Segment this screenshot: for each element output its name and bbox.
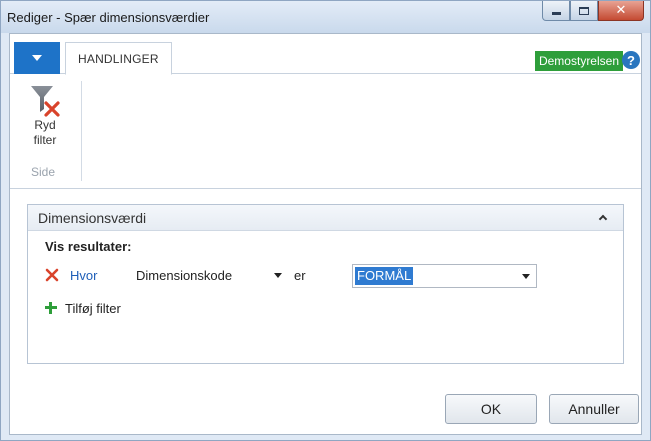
panel-header[interactable]: Dimensionsværdi (28, 205, 623, 231)
clear-filter-label-line1: Ryd (34, 118, 56, 132)
chevron-up-icon[interactable] (597, 211, 609, 224)
filter-panel: Dimensionsværdi Vis resultater: Hvor Dim… (27, 204, 624, 364)
filter-value-input[interactable]: FORMÅL (352, 264, 537, 288)
close-icon: ✕ (615, 3, 627, 18)
clear-filter-label-line2: filter (33, 133, 57, 147)
minimize-icon (551, 12, 561, 15)
add-filter-label: Tilføj filter (65, 300, 121, 316)
maximize-button[interactable] (570, 1, 598, 21)
close-button[interactable]: ✕ (598, 1, 644, 21)
panel-title: Dimensionsværdi (38, 209, 147, 226)
company-badge: Demostyrelsen (534, 51, 623, 71)
chevron-down-icon (32, 55, 42, 61)
minimize-button[interactable] (542, 1, 570, 21)
cancel-button[interactable]: Annuller (549, 394, 639, 424)
clear-filter-icon (31, 86, 60, 117)
ribbon-group-side: Ryd filter Side (16, 81, 82, 181)
filter-row: Hvor Dimensionskode er FORMÅL (28, 263, 623, 289)
clear-filter-button[interactable]: Ryd filter (16, 81, 74, 161)
filter-field-value: Dimensionskode (136, 268, 233, 283)
tab-handlinger[interactable]: HANDLINGER (65, 42, 172, 75)
filter-value-text: FORMÅL (355, 267, 414, 285)
dialog-window: Rediger - Spær dimensionsværdier ✕ HANDL… (0, 0, 651, 441)
show-results-label: Vis resultater: (45, 239, 132, 254)
app-menu-button[interactable] (14, 42, 60, 74)
window-title: Rediger - Spær dimensionsværdier (7, 10, 210, 25)
filter-field-select[interactable]: Dimensionskode (136, 268, 282, 286)
maximize-icon (579, 6, 589, 15)
title-bar[interactable]: Rediger - Spær dimensionsværdier ✕ (1, 1, 650, 33)
ribbon-body: Ryd filter Side (10, 75, 641, 189)
add-filter-button[interactable]: Tilføj filter (45, 299, 121, 317)
help-icon[interactable]: ? (622, 51, 640, 69)
remove-filter-icon[interactable] (45, 268, 59, 282)
ribbon-group-label: Side (30, 165, 56, 179)
dropdown-arrow-icon[interactable] (522, 274, 530, 279)
plus-icon (45, 302, 57, 314)
dialog-content: HANDLINGER Demostyrelsen ? Ryd filter Si… (9, 33, 642, 435)
window-controls: ✕ (542, 1, 644, 23)
dropdown-arrow-icon[interactable] (274, 273, 282, 278)
filter-operator: er (294, 268, 306, 283)
ok-button[interactable]: OK (445, 394, 537, 424)
where-link[interactable]: Hvor (70, 268, 97, 283)
